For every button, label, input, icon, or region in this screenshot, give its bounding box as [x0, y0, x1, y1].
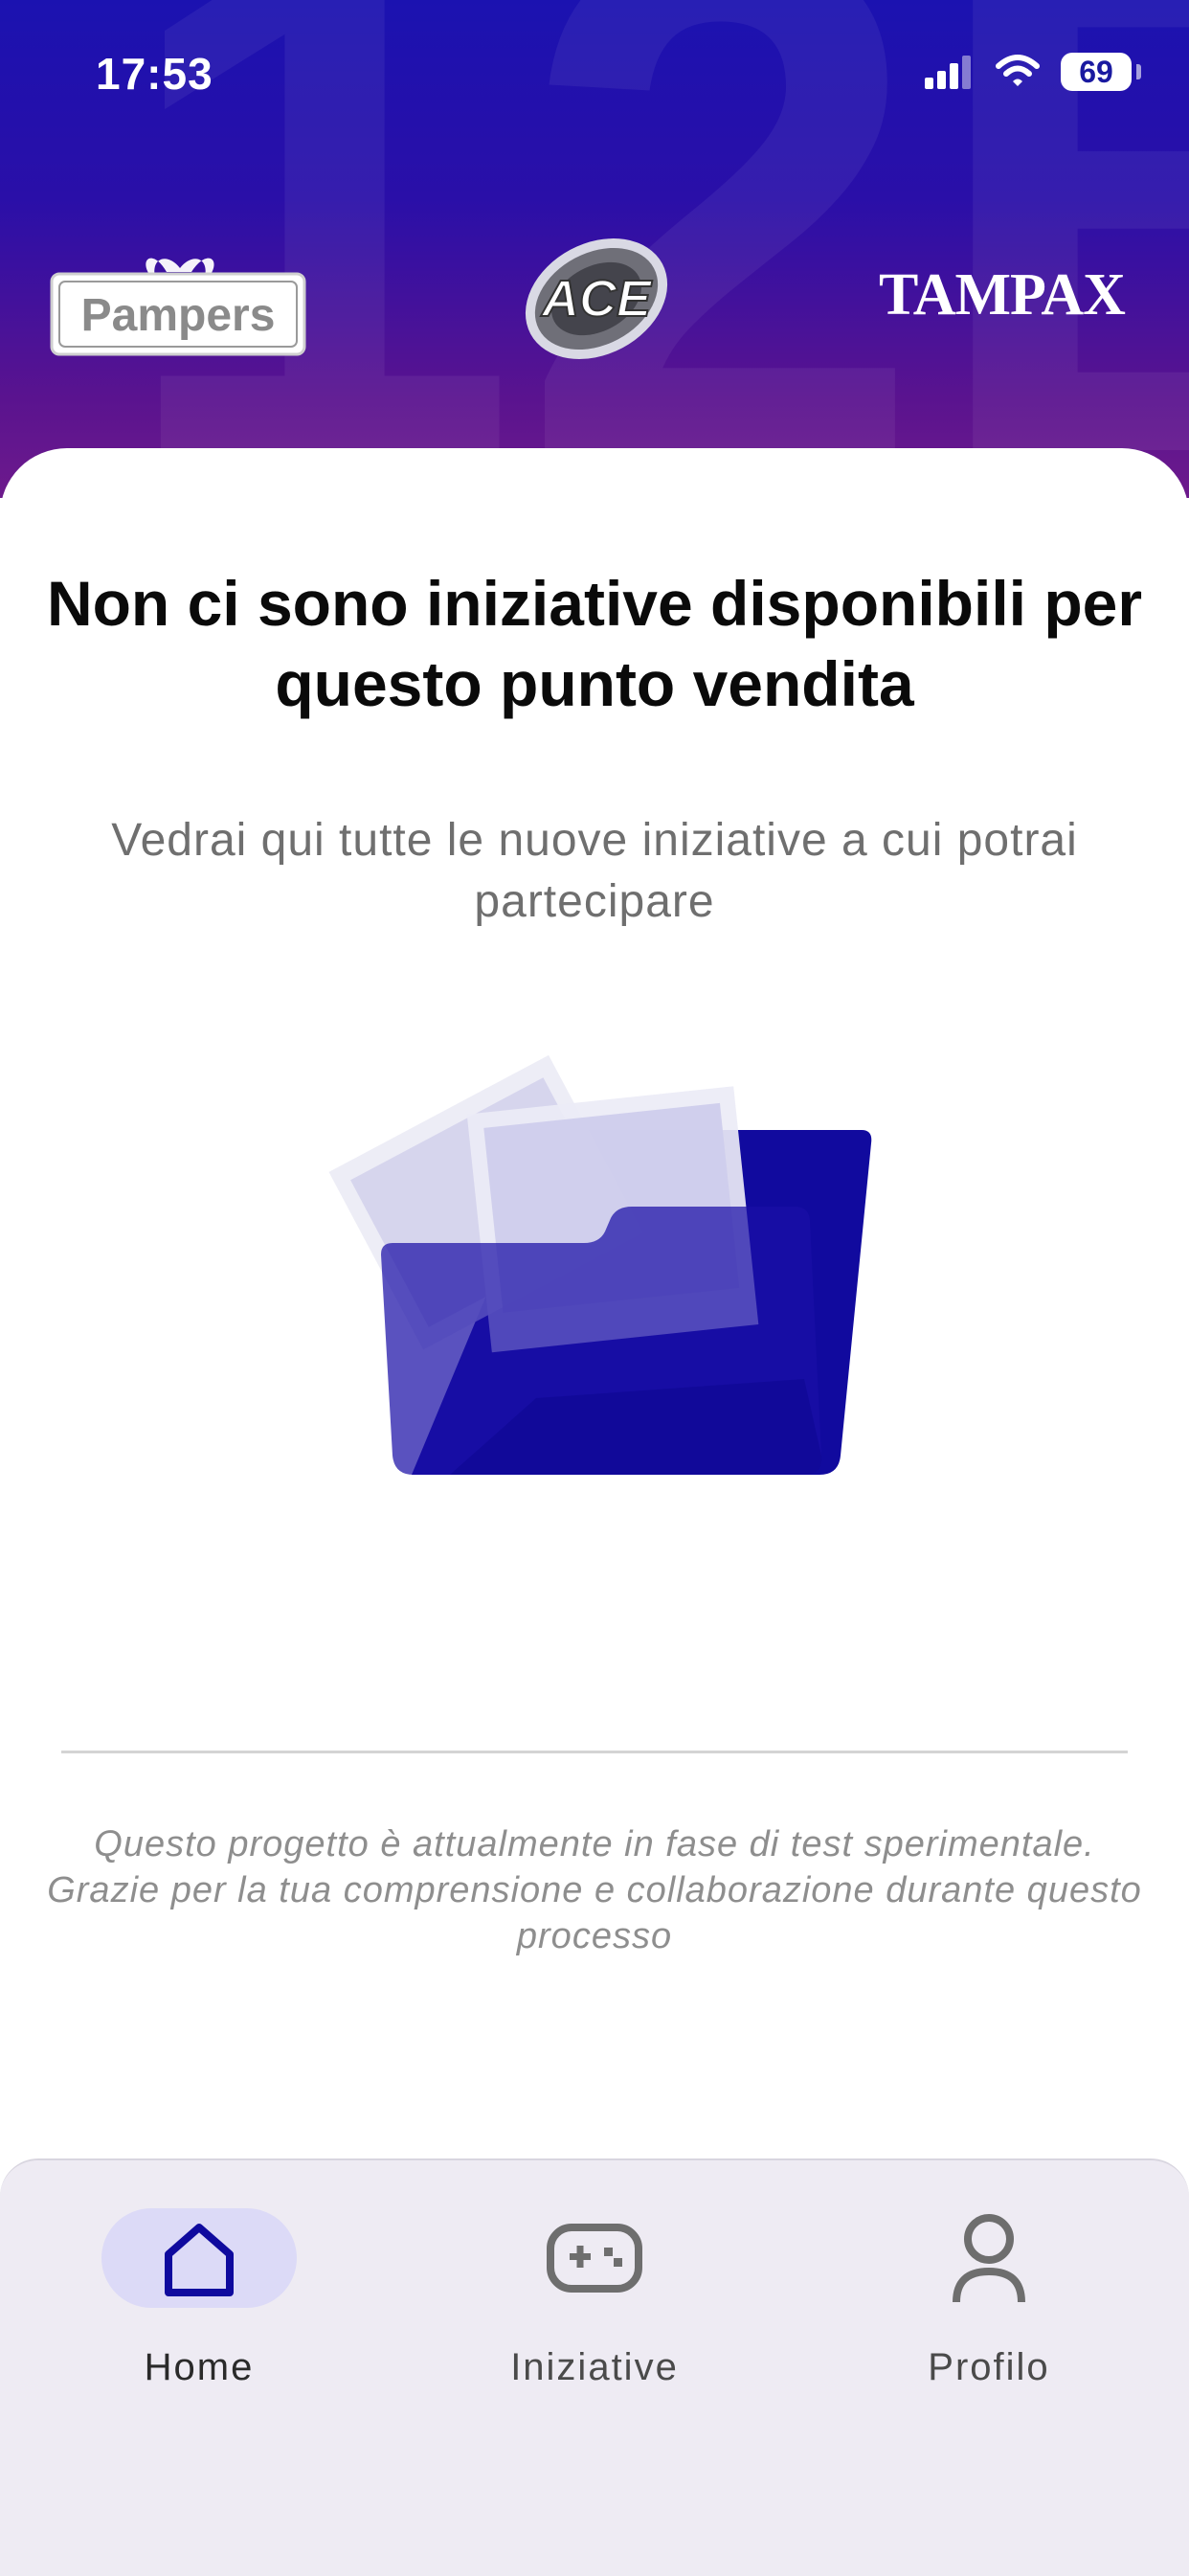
empty-folder-illustration — [306, 1006, 900, 1484]
status-time: 17:53 — [96, 49, 213, 99]
gamepad-icon — [547, 2224, 642, 2293]
ace-logo-text: ACE — [540, 270, 653, 328]
pampers-logo-text: Pampers — [81, 290, 276, 341]
tampax-logo: TAMPAX — [879, 260, 1147, 328]
nav-item-profilo[interactable]: Profilo — [845, 2208, 1133, 2389]
nav-icon-container — [891, 2208, 1087, 2308]
nav-label-profilo: Profilo — [928, 2346, 1050, 2388]
nav-active-pill — [101, 2208, 297, 2308]
wifi-icon — [996, 55, 1040, 86]
ace-logo: ACE — [505, 222, 687, 366]
empty-state-title: Non ci sono iniziative disponibili per q… — [46, 568, 1143, 719]
nav-icon-container — [497, 2208, 692, 2308]
test-disclaimer-note: Questo progetto è attualmente in fase di… — [47, 1824, 1142, 1956]
tampax-logo-text: TAMPAX — [879, 262, 1126, 328]
battery-icon: 69 — [1061, 53, 1141, 91]
nav-item-home[interactable]: Home — [56, 2208, 343, 2389]
nav-label-home: Home — [144, 2346, 255, 2388]
divider — [61, 1751, 1128, 1753]
nav-label-iniziative: Iniziative — [510, 2346, 679, 2388]
user-icon — [953, 2214, 1025, 2303]
pampers-logo: Pampers — [48, 230, 308, 359]
status-icons: 69 — [925, 53, 1141, 91]
signal-icon — [925, 56, 971, 89]
battery-level: 69 — [1079, 54, 1113, 89]
empty-state-subtitle: Vedrai qui tutte le nuove iniziative a c… — [111, 815, 1078, 927]
bottom-navigation: Home Iniziative Profilo — [0, 2158, 1189, 2576]
home-icon — [165, 2224, 234, 2296]
nav-item-iniziative[interactable]: Iniziative — [451, 2208, 738, 2389]
